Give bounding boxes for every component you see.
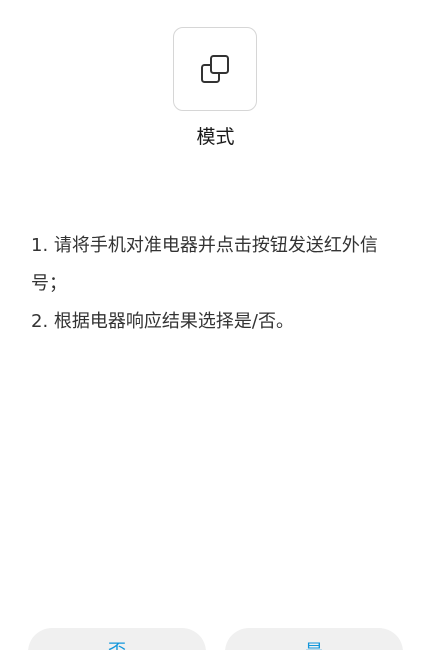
mode-label: 模式 [196,126,235,148]
instruction-step-1: 1. 请将手机对准电器并点击按钮发送红外信号； [31,235,378,294]
answer-buttons: 否 是 [28,628,403,650]
copy-icon [200,54,230,84]
instruction-step-2: 2. 根据电器响应结果选择是/否。 [31,311,294,332]
yes-button[interactable]: 是 [225,628,403,650]
instructions: 1. 请将手机对准电器并点击按钮发送红外信号； 2. 根据电器响应结果选择是/否… [31,227,403,341]
mode-button[interactable] [173,27,257,111]
no-button[interactable]: 否 [28,628,206,650]
